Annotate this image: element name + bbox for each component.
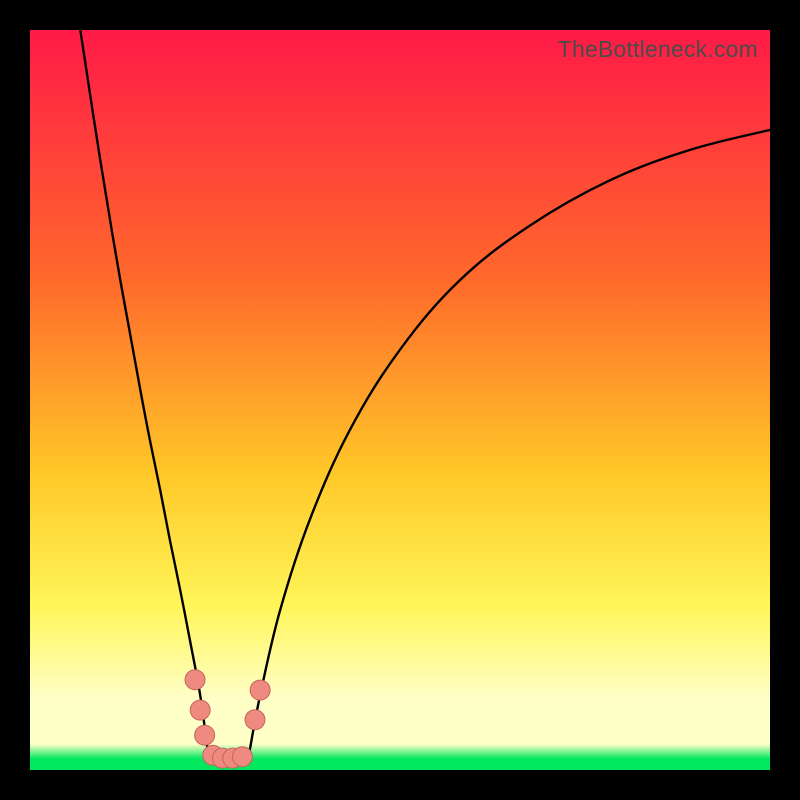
marker-dot [232,747,252,767]
plot-area: TheBottleneck.com [30,30,770,770]
marker-dot [185,670,205,690]
marker-group [185,670,270,768]
marker-dot [195,725,215,745]
curve-layer [30,30,770,770]
chart-frame: TheBottleneck.com [0,0,800,800]
marker-dot [245,710,265,730]
left-branch-curve [80,30,207,750]
marker-dot [250,680,270,700]
marker-dot [190,700,210,720]
right-branch-curve [250,130,770,750]
watermark-text: TheBottleneck.com [558,36,758,63]
